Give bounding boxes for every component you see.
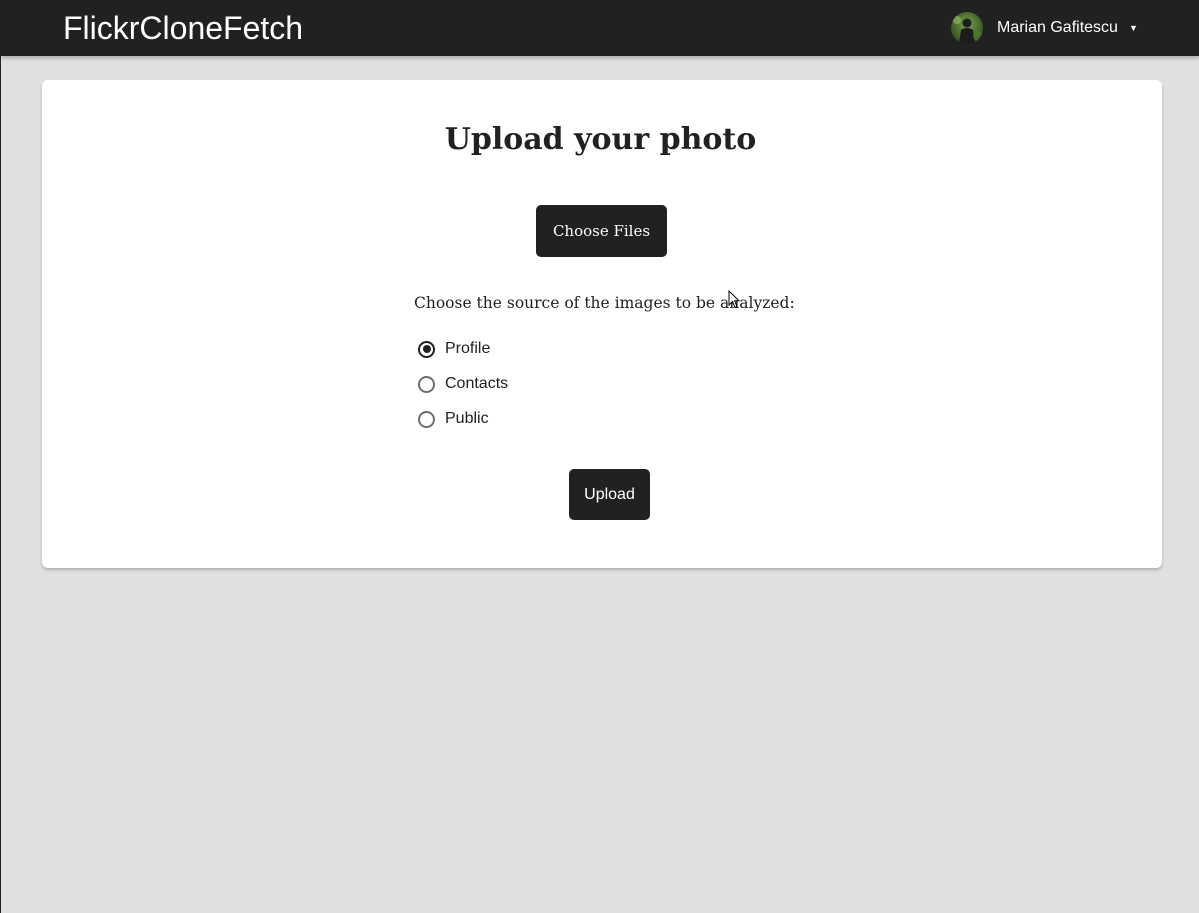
upload-button[interactable]: Upload bbox=[569, 469, 650, 520]
radio-button-contacts[interactable] bbox=[418, 375, 435, 393]
radio-option-profile[interactable]: Profile bbox=[418, 338, 490, 360]
page-title: Upload your photo bbox=[444, 122, 757, 157]
radio-option-contacts[interactable]: Contacts bbox=[418, 373, 508, 395]
user-avatar-icon[interactable] bbox=[951, 12, 983, 44]
caret-down-icon[interactable]: ▼ bbox=[1129, 23, 1138, 33]
radio-button-public[interactable] bbox=[418, 410, 435, 428]
radio-label-public: Public bbox=[445, 410, 489, 427]
source-prompt-label: Choose the source of the images to be an… bbox=[414, 294, 795, 312]
user-menu[interactable]: Marian Gafitescu ▼ bbox=[951, 11, 1138, 45]
user-name[interactable]: Marian Gafitescu bbox=[997, 19, 1118, 37]
top-navbar: FlickrCloneFetch Marian Gafitescu ▼ bbox=[1, 0, 1199, 56]
radio-button-profile[interactable] bbox=[418, 340, 435, 358]
choose-files-button[interactable]: Choose Files bbox=[536, 205, 667, 257]
radio-label-profile: Profile bbox=[445, 340, 491, 357]
brand-logo-link[interactable]: FlickrCloneFetch bbox=[63, 9, 303, 47]
radio-label-contacts: Contacts bbox=[445, 375, 509, 392]
radio-option-public[interactable]: Public bbox=[418, 408, 489, 430]
